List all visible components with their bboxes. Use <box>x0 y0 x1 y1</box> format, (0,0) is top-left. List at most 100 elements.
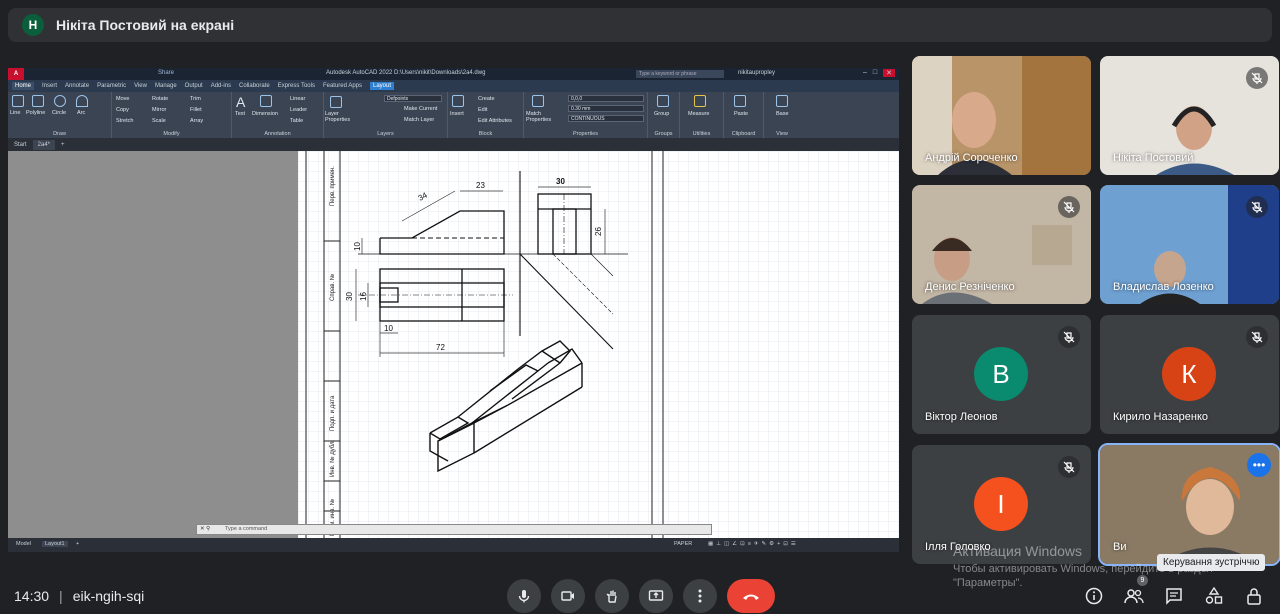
leader-button[interactable]: Leader <box>290 107 307 113</box>
shared-screen: A CAD Share Autodesk AutoCAD 2022 D:\Use… <box>8 68 899 552</box>
layout-tab-model[interactable]: Model <box>16 541 31 547</box>
leave-call-button[interactable] <box>727 579 775 613</box>
ribbon-tab-home[interactable]: Home <box>12 82 35 90</box>
chat-button[interactable] <box>1162 584 1186 608</box>
paper-space-button[interactable]: PAPER <box>674 541 692 547</box>
dim-23: 23 <box>476 181 485 190</box>
group-icon[interactable] <box>657 95 669 107</box>
layer-select[interactable]: Defpoints <box>384 95 442 102</box>
group-button[interactable]: Group <box>654 111 669 117</box>
trim-button[interactable]: Trim <box>190 96 201 102</box>
present-screen-button[interactable] <box>639 579 673 613</box>
layer-properties-button[interactable]: Layer Properties <box>325 111 350 123</box>
insert-button[interactable]: Insert <box>450 111 464 117</box>
circle-icon[interactable] <box>54 95 66 107</box>
participant-tile[interactable]: Денис Резніченко <box>912 185 1091 304</box>
paste-button[interactable]: Paste <box>734 111 748 117</box>
rotate-button[interactable]: Rotate <box>152 96 168 102</box>
ribbon-tab-express[interactable]: Express Tools <box>278 83 315 89</box>
measure-icon[interactable] <box>694 95 706 107</box>
dimension-button[interactable]: Dimension <box>252 111 278 117</box>
autocad-share-button[interactable]: Share <box>158 70 174 76</box>
host-controls-button[interactable] <box>1242 584 1266 608</box>
ribbon-tab-view[interactable]: View <box>134 83 147 89</box>
ribbon-tab-output[interactable]: Output <box>185 83 203 89</box>
maximize-icon[interactable]: □ <box>873 69 877 77</box>
drawing-workspace[interactable]: Перв. примен. Справ. № Подп. и дата Инв.… <box>8 151 899 538</box>
linetype-select[interactable]: CONTINUOUS <box>568 115 644 122</box>
circle-button[interactable]: Circle <box>52 110 66 116</box>
autocad-search-input[interactable]: Type a keyword or phrase <box>636 70 724 78</box>
command-close-icon[interactable]: ✕ ⚲ <box>200 525 210 534</box>
match-properties-icon[interactable] <box>532 95 544 107</box>
ribbon-tab-layout[interactable]: Layout <box>370 82 395 90</box>
color-select[interactable]: 0,0,0 <box>568 95 644 102</box>
linear-button[interactable]: Linear <box>290 96 305 102</box>
base-button[interactable]: Base <box>776 111 789 117</box>
edit-block-button[interactable]: Edit <box>478 107 487 113</box>
paste-icon[interactable] <box>734 95 746 107</box>
polyline-icon[interactable] <box>32 95 44 107</box>
line-button[interactable]: Line <box>10 110 20 116</box>
polyline-button[interactable]: Polyline <box>26 110 45 116</box>
raise-hand-button[interactable] <box>595 579 629 613</box>
move-button[interactable]: Move <box>116 96 129 102</box>
scale-button[interactable]: Scale <box>152 118 166 124</box>
edit-attributes-button[interactable]: Edit Attributes <box>478 118 512 124</box>
activities-button[interactable] <box>1202 584 1226 608</box>
ribbon-tab-featured[interactable]: Featured Apps <box>323 83 362 89</box>
text-button[interactable]: Text <box>235 111 245 117</box>
base-icon[interactable] <box>776 95 788 107</box>
people-button[interactable] <box>1122 584 1146 608</box>
autocad-user[interactable]: nikitaupropley <box>738 70 775 76</box>
line-icon[interactable] <box>12 95 24 107</box>
match-layer-button[interactable]: Match Layer <box>404 117 434 123</box>
copy-button[interactable]: Copy <box>116 107 129 113</box>
command-input[interactable]: ✕ ⚲ Type a command <box>196 524 712 535</box>
minimize-icon[interactable]: – <box>863 69 867 77</box>
participant-tile[interactable]: Владислав Лозенко <box>1100 185 1279 304</box>
participant-name: Денис Резніченко <box>925 281 1015 293</box>
array-button[interactable]: Array <box>190 118 203 124</box>
more-options-button[interactable] <box>683 579 717 613</box>
ribbon-group-view: Base View <box>764 92 800 138</box>
ribbon-tab-manage[interactable]: Manage <box>155 83 177 89</box>
camera-button[interactable] <box>551 579 585 613</box>
ribbon-tab-annotate[interactable]: Annotate <box>65 83 89 89</box>
doc-tab-start[interactable]: Start <box>14 142 27 148</box>
create-block-button[interactable]: Create <box>478 96 495 102</box>
arc-button[interactable]: Arc <box>77 110 85 116</box>
status-toggles-icon[interactable]: ▦⊥◫∠⊡≡✈✎⚙+⊡☰ <box>708 541 799 547</box>
add-layout-icon[interactable]: + <box>76 541 79 547</box>
participant-tile[interactable]: Нікіта Постовий <box>1100 56 1279 175</box>
lineweight-select[interactable]: 0.30 mm <box>568 105 644 112</box>
ribbon-tab-parametric[interactable]: Parametric <box>97 83 126 89</box>
microphone-button[interactable] <box>507 579 541 613</box>
text-icon[interactable]: A <box>236 94 245 110</box>
make-current-button[interactable]: Make Current <box>404 106 437 112</box>
arc-icon[interactable] <box>76 95 88 107</box>
close-icon[interactable]: ✕ <box>883 69 895 77</box>
participant-tile[interactable]: К Кирило Назаренко <box>1100 315 1279 434</box>
layout-tab-layout1[interactable]: Layout1 <box>42 541 68 547</box>
meeting-details-button[interactable] <box>1082 584 1106 608</box>
autocad-logo-icon: A CAD <box>8 68 24 89</box>
new-tab-icon[interactable]: + <box>61 142 65 148</box>
ribbon-tab-insert[interactable]: Insert <box>42 83 57 89</box>
stretch-button[interactable]: Stretch <box>116 118 133 124</box>
participant-tile[interactable]: Андрій Сороченко <box>912 56 1091 175</box>
match-properties-button[interactable]: Match Properties <box>526 111 552 123</box>
ribbon-tab-addins[interactable]: Add-ins <box>211 83 231 89</box>
layer-properties-icon[interactable] <box>330 96 342 108</box>
fillet-button[interactable]: Fillet <box>190 107 202 113</box>
measure-button[interactable]: Measure <box>688 111 709 117</box>
mirror-button[interactable]: Mirror <box>152 107 166 113</box>
insert-icon[interactable] <box>452 95 464 107</box>
ribbon-tab-collaborate[interactable]: Collaborate <box>239 83 270 89</box>
participant-tile[interactable]: В Віктор Леонов <box>912 315 1091 434</box>
doc-tab-drawing[interactable]: 2a4* <box>32 139 56 150</box>
ribbon-group-label: Annotation <box>264 131 291 137</box>
more-options-icon[interactable]: ••• <box>1247 453 1271 477</box>
table-button[interactable]: Table <box>290 118 303 124</box>
dimension-icon[interactable] <box>260 95 272 107</box>
